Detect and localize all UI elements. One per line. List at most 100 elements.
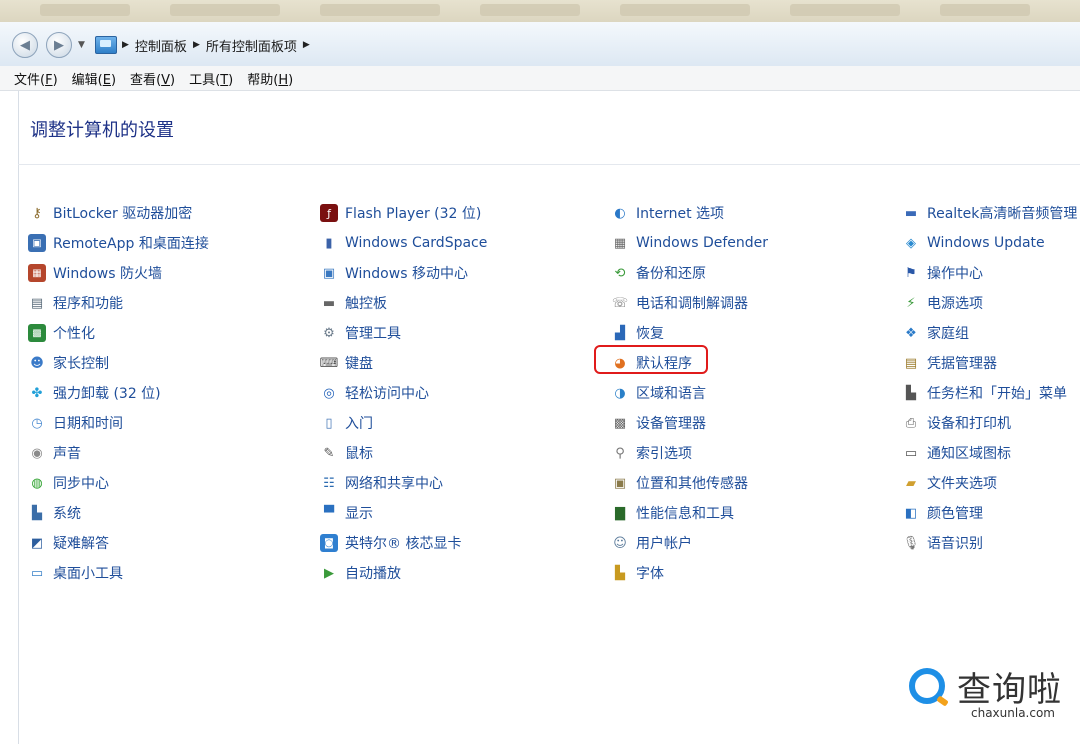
item-ease-access[interactable]: ◎ 轻松访问中心 xyxy=(320,378,610,408)
items-column-2: ƒ Flash Player (32 位) ▮ Windows CardSpace … xyxy=(320,198,610,588)
item-datetime[interactable]: ◷ 日期和时间 xyxy=(28,408,318,438)
touchpad-icon: ▬ xyxy=(322,295,336,311)
realtek-icon: ▬ xyxy=(904,205,918,221)
item-defender[interactable]: ▦ Windows Defender xyxy=(611,228,901,258)
item-mobility[interactable]: ▣ Windows 移动中心 xyxy=(320,258,610,288)
item-sync[interactable]: ◍ 同步中心 xyxy=(28,468,318,498)
item-autoplay[interactable]: ▶ 自动播放 xyxy=(320,558,610,588)
item-folder-options[interactable]: ▰ 文件夹选项 xyxy=(902,468,1080,498)
item-firewall[interactable]: ▦ Windows 防火墙 xyxy=(28,258,318,288)
tab-blur xyxy=(940,4,1030,16)
item-indexing[interactable]: ⚲ 索引选项 xyxy=(611,438,901,468)
chevron-right-icon[interactable]: ▶ xyxy=(122,40,129,50)
action-center-icon: ⚑ xyxy=(905,265,917,281)
item-display[interactable]: ▀ 显示 xyxy=(320,498,610,528)
recent-pages-dropdown-icon[interactable]: ▼ xyxy=(78,40,85,50)
remoteapp-icon: ▣ xyxy=(28,234,46,252)
divider xyxy=(18,164,1080,165)
item-intel-graphics[interactable]: ◙ 英特尔® 核芯显卡 xyxy=(320,528,610,558)
defender-icon: ▦ xyxy=(613,235,627,251)
key-icon: ⚷ xyxy=(32,205,42,221)
item-fonts[interactable]: ▙ 字体 xyxy=(611,558,901,588)
item-region-language[interactable]: ◑ 区域和语言 xyxy=(611,378,901,408)
item-homegroup[interactable]: ❖ 家庭组 xyxy=(902,318,1080,348)
item-printers[interactable]: ⎙ 设备和打印机 xyxy=(902,408,1080,438)
item-windows-update[interactable]: ◈ Windows Update xyxy=(902,228,1080,258)
menu-help[interactable]: 帮助(H) xyxy=(247,69,293,88)
indexing-icon: ⚲ xyxy=(615,445,625,461)
item-troubleshoot[interactable]: ◩ 疑难解答 xyxy=(28,528,318,558)
menu-edit[interactable]: 编辑(E) xyxy=(72,69,116,88)
item-phone-modem[interactable]: ☏ 电话和调制解调器 xyxy=(611,288,901,318)
item-recovery[interactable]: ▟ 恢复 xyxy=(611,318,901,348)
items-column-3: ◐ Internet 选项 ▦ Windows Defender ⟲ 备份和还原 ☏ 电… xyxy=(611,198,901,588)
item-action-center[interactable]: ⚑ 操作中心 xyxy=(902,258,1080,288)
item-uninstall[interactable]: ✤ 强力卸载 (32 位) xyxy=(28,378,318,408)
item-mouse[interactable]: ✎ 鼠标 xyxy=(320,438,610,468)
breadcrumb: ▶ 控制面板 ▶ 所有控制面板项 ▶ xyxy=(122,36,310,55)
item-user-accounts[interactable]: ☺ 用户帐户 xyxy=(611,528,901,558)
tab-blur xyxy=(620,4,750,16)
ease-access-icon: ◎ xyxy=(323,385,335,401)
item-internet-options[interactable]: ◐ Internet 选项 xyxy=(611,198,901,228)
firewall-icon: ▦ xyxy=(28,264,46,282)
watermark-logo-icon xyxy=(909,668,945,704)
item-backup[interactable]: ⟲ 备份和还原 xyxy=(611,258,901,288)
item-programs[interactable]: ▤ 程序和功能 xyxy=(28,288,318,318)
item-parental[interactable]: ☻ 家长控制 xyxy=(28,348,318,378)
sync-icon: ◍ xyxy=(31,475,43,491)
item-remoteapp[interactable]: ▣ RemoteApp 和桌面连接 xyxy=(28,228,318,258)
item-cardspace[interactable]: ▮ Windows CardSpace xyxy=(320,228,610,258)
item-color-management[interactable]: ◧ 颜色管理 xyxy=(902,498,1080,528)
item-gadgets[interactable]: ▭ 桌面小工具 xyxy=(28,558,318,588)
item-network[interactable]: ☷ 网络和共享中心 xyxy=(320,468,610,498)
item-admin-tools[interactable]: ⚙ 管理工具 xyxy=(320,318,610,348)
item-keyboard[interactable]: ⌨ 键盘 xyxy=(320,348,610,378)
item-power[interactable]: ⚡ 电源选项 xyxy=(902,288,1080,318)
tab-blur xyxy=(170,4,280,16)
item-device-manager[interactable]: ▩ 设备管理器 xyxy=(611,408,901,438)
item-performance[interactable]: ▇ 性能信息和工具 xyxy=(611,498,901,528)
item-bitlocker[interactable]: ⚷ BitLocker 驱动器加密 xyxy=(28,198,318,228)
chevron-right-icon[interactable]: ▶ xyxy=(193,40,200,50)
sound-icon: ◉ xyxy=(31,445,43,461)
watermark: 查询啦 chaxunla.com xyxy=(905,660,1075,722)
item-taskbar[interactable]: ▙ 任务栏和「开始」菜单 xyxy=(902,378,1080,408)
forward-button[interactable]: ▶ xyxy=(46,32,72,58)
update-icon: ◈ xyxy=(906,235,916,251)
item-system[interactable]: ▙ 系统 xyxy=(28,498,318,528)
tab-blur xyxy=(790,4,900,16)
tab-blur xyxy=(40,4,130,16)
menu-bar: 文件(F) 编辑(E) 查看(V) 工具(T) 帮助(H) xyxy=(0,66,1080,91)
notification-icon: ▭ xyxy=(904,445,918,461)
item-credential[interactable]: ▤ 凭据管理器 xyxy=(902,348,1080,378)
getting-started-icon: ▯ xyxy=(325,415,333,431)
breadcrumb-all-items[interactable]: 所有控制面板项 xyxy=(206,36,297,55)
watermark-text: 查询啦 xyxy=(957,670,1062,710)
autoplay-icon: ▶ xyxy=(324,565,334,581)
item-flash[interactable]: ƒ Flash Player (32 位) xyxy=(320,198,610,228)
menu-file[interactable]: 文件(F) xyxy=(14,69,58,88)
items-column-1: ⚷ BitLocker 驱动器加密 ▣ RemoteApp 和桌面连接 ▦ Windo… xyxy=(28,198,318,588)
menu-tools[interactable]: 工具(T) xyxy=(189,69,233,88)
mobility-icon: ▣ xyxy=(322,265,336,281)
item-getting-started[interactable]: ▯ 入门 xyxy=(320,408,610,438)
item-touchpad[interactable]: ▬ 触控板 xyxy=(320,288,610,318)
breadcrumb-control-panel[interactable]: 控制面板 xyxy=(135,36,187,55)
item-realtek[interactable]: ▬ Realtek高清晰音频管理 xyxy=(902,198,1080,228)
item-sound[interactable]: ◉ 声音 xyxy=(28,438,318,468)
item-location-sensors[interactable]: ▣ 位置和其他传感器 xyxy=(611,468,901,498)
back-arrow-icon: ◀ xyxy=(20,37,30,53)
page-title: 调整计算机的设置 xyxy=(30,120,174,141)
menu-view[interactable]: 查看(V) xyxy=(130,69,175,88)
location-icon: ▣ xyxy=(613,475,627,491)
back-button[interactable]: ◀ xyxy=(12,32,38,58)
tab-blur xyxy=(480,4,580,16)
item-speech[interactable]: 🎙 语音识别 xyxy=(902,528,1080,558)
item-personalize[interactable]: ▩ 个性化 xyxy=(28,318,318,348)
highlight-box xyxy=(594,345,708,374)
item-notification[interactable]: ▭ 通知区域图标 xyxy=(902,438,1080,468)
gadgets-icon: ▭ xyxy=(30,565,44,581)
chevron-right-icon[interactable]: ▶ xyxy=(303,40,310,50)
internet-icon: ◐ xyxy=(614,205,626,221)
